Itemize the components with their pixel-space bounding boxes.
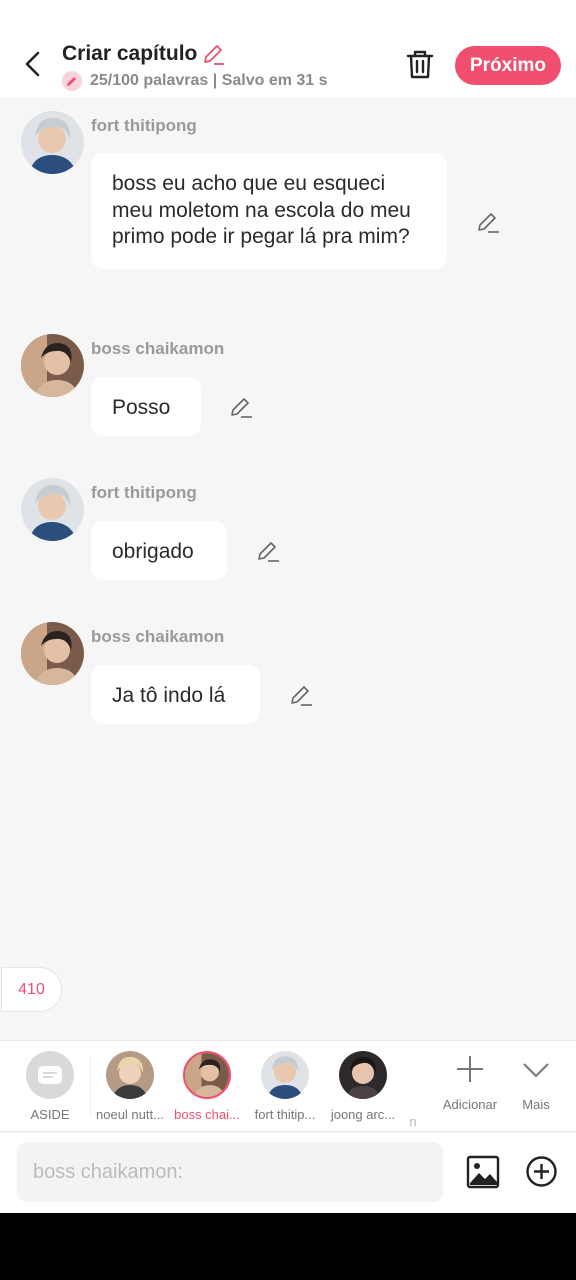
message-bubble[interactable]: Posso — [91, 377, 201, 436]
avatar-fort[interactable] — [21, 111, 84, 174]
edit-message-icon[interactable] — [229, 395, 253, 419]
delete-button[interactable] — [404, 48, 436, 82]
status-row: 25/100 palavras | Salvo em 31 s — [62, 71, 328, 91]
avatar-boss[interactable] — [21, 622, 84, 685]
page-title: Criar capítulo — [62, 42, 198, 65]
character-aside[interactable]: ASIDE — [12, 1051, 88, 1122]
edit-message-icon[interactable] — [256, 539, 280, 563]
more-label: Mais — [522, 1097, 550, 1112]
title-row: Criar capítulo — [62, 42, 225, 66]
plus-icon — [457, 1056, 483, 1082]
avatar-boss[interactable] — [21, 334, 84, 397]
chat-editor-screen: Criar capítulo 25/100 palavras | Salvo e… — [0, 0, 576, 1213]
add-circle-icon[interactable] — [525, 1155, 558, 1188]
next-button[interactable]: Próximo — [455, 46, 561, 85]
divider — [90, 1055, 91, 1115]
back-button[interactable] — [18, 48, 46, 80]
avatar — [339, 1051, 387, 1099]
character-label: n — [409, 1114, 417, 1129]
character-more-partial[interactable]: n — [402, 1051, 424, 1129]
trash-icon — [406, 50, 434, 79]
chevron-down-icon — [523, 1063, 549, 1078]
top-bar: Criar capítulo 25/100 palavras | Salvo e… — [0, 0, 576, 97]
avatar — [183, 1051, 231, 1099]
more-button[interactable]: Mais — [506, 1050, 566, 1112]
character-label: ASIDE — [30, 1107, 70, 1122]
edit-message-icon[interactable] — [289, 683, 313, 707]
chevron-left-icon — [25, 51, 40, 77]
message-bubble[interactable]: obrigado — [91, 521, 227, 580]
edit-title-icon[interactable] — [201, 42, 225, 66]
word-counter-badge[interactable]: 410 — [1, 967, 62, 1012]
character-label: boss chai... — [174, 1107, 240, 1122]
add-character-button[interactable]: Adicionar — [440, 1050, 500, 1112]
character-boss-selected[interactable]: boss chai... — [169, 1051, 245, 1122]
avatar — [261, 1051, 309, 1099]
message-bubble[interactable]: boss eu acho que eu esqueci meu moletom … — [91, 153, 447, 269]
character-noeul[interactable]: noeul nutt... — [92, 1051, 168, 1122]
avatar-fort[interactable] — [21, 478, 84, 541]
avatar — [106, 1051, 154, 1099]
character-label: joong arc... — [330, 1107, 396, 1122]
sender-name: boss chaikamon — [91, 339, 225, 358]
add-label: Adicionar — [442, 1097, 498, 1112]
image-icon[interactable] — [466, 1155, 500, 1189]
character-joong[interactable]: joong arc... — [325, 1051, 401, 1122]
pencil-icon — [62, 71, 82, 91]
message-input[interactable]: boss chaikamon: — [17, 1142, 443, 1202]
character-label: fort thitip... — [254, 1107, 316, 1122]
message-bubble[interactable]: Ja tô indo lá — [91, 665, 260, 724]
sender-name: fort thitipong — [91, 116, 197, 135]
aside-icon — [26, 1051, 74, 1099]
word-count-status: 25/100 palavras | Salvo em 31 s — [90, 72, 328, 89]
edit-message-icon[interactable] — [476, 210, 500, 234]
character-label: noeul nutt... — [96, 1107, 164, 1122]
sender-name: boss chaikamon — [91, 627, 225, 646]
sender-name: fort thitipong — [91, 483, 197, 502]
character-fort[interactable]: fort thitip... — [247, 1051, 323, 1122]
